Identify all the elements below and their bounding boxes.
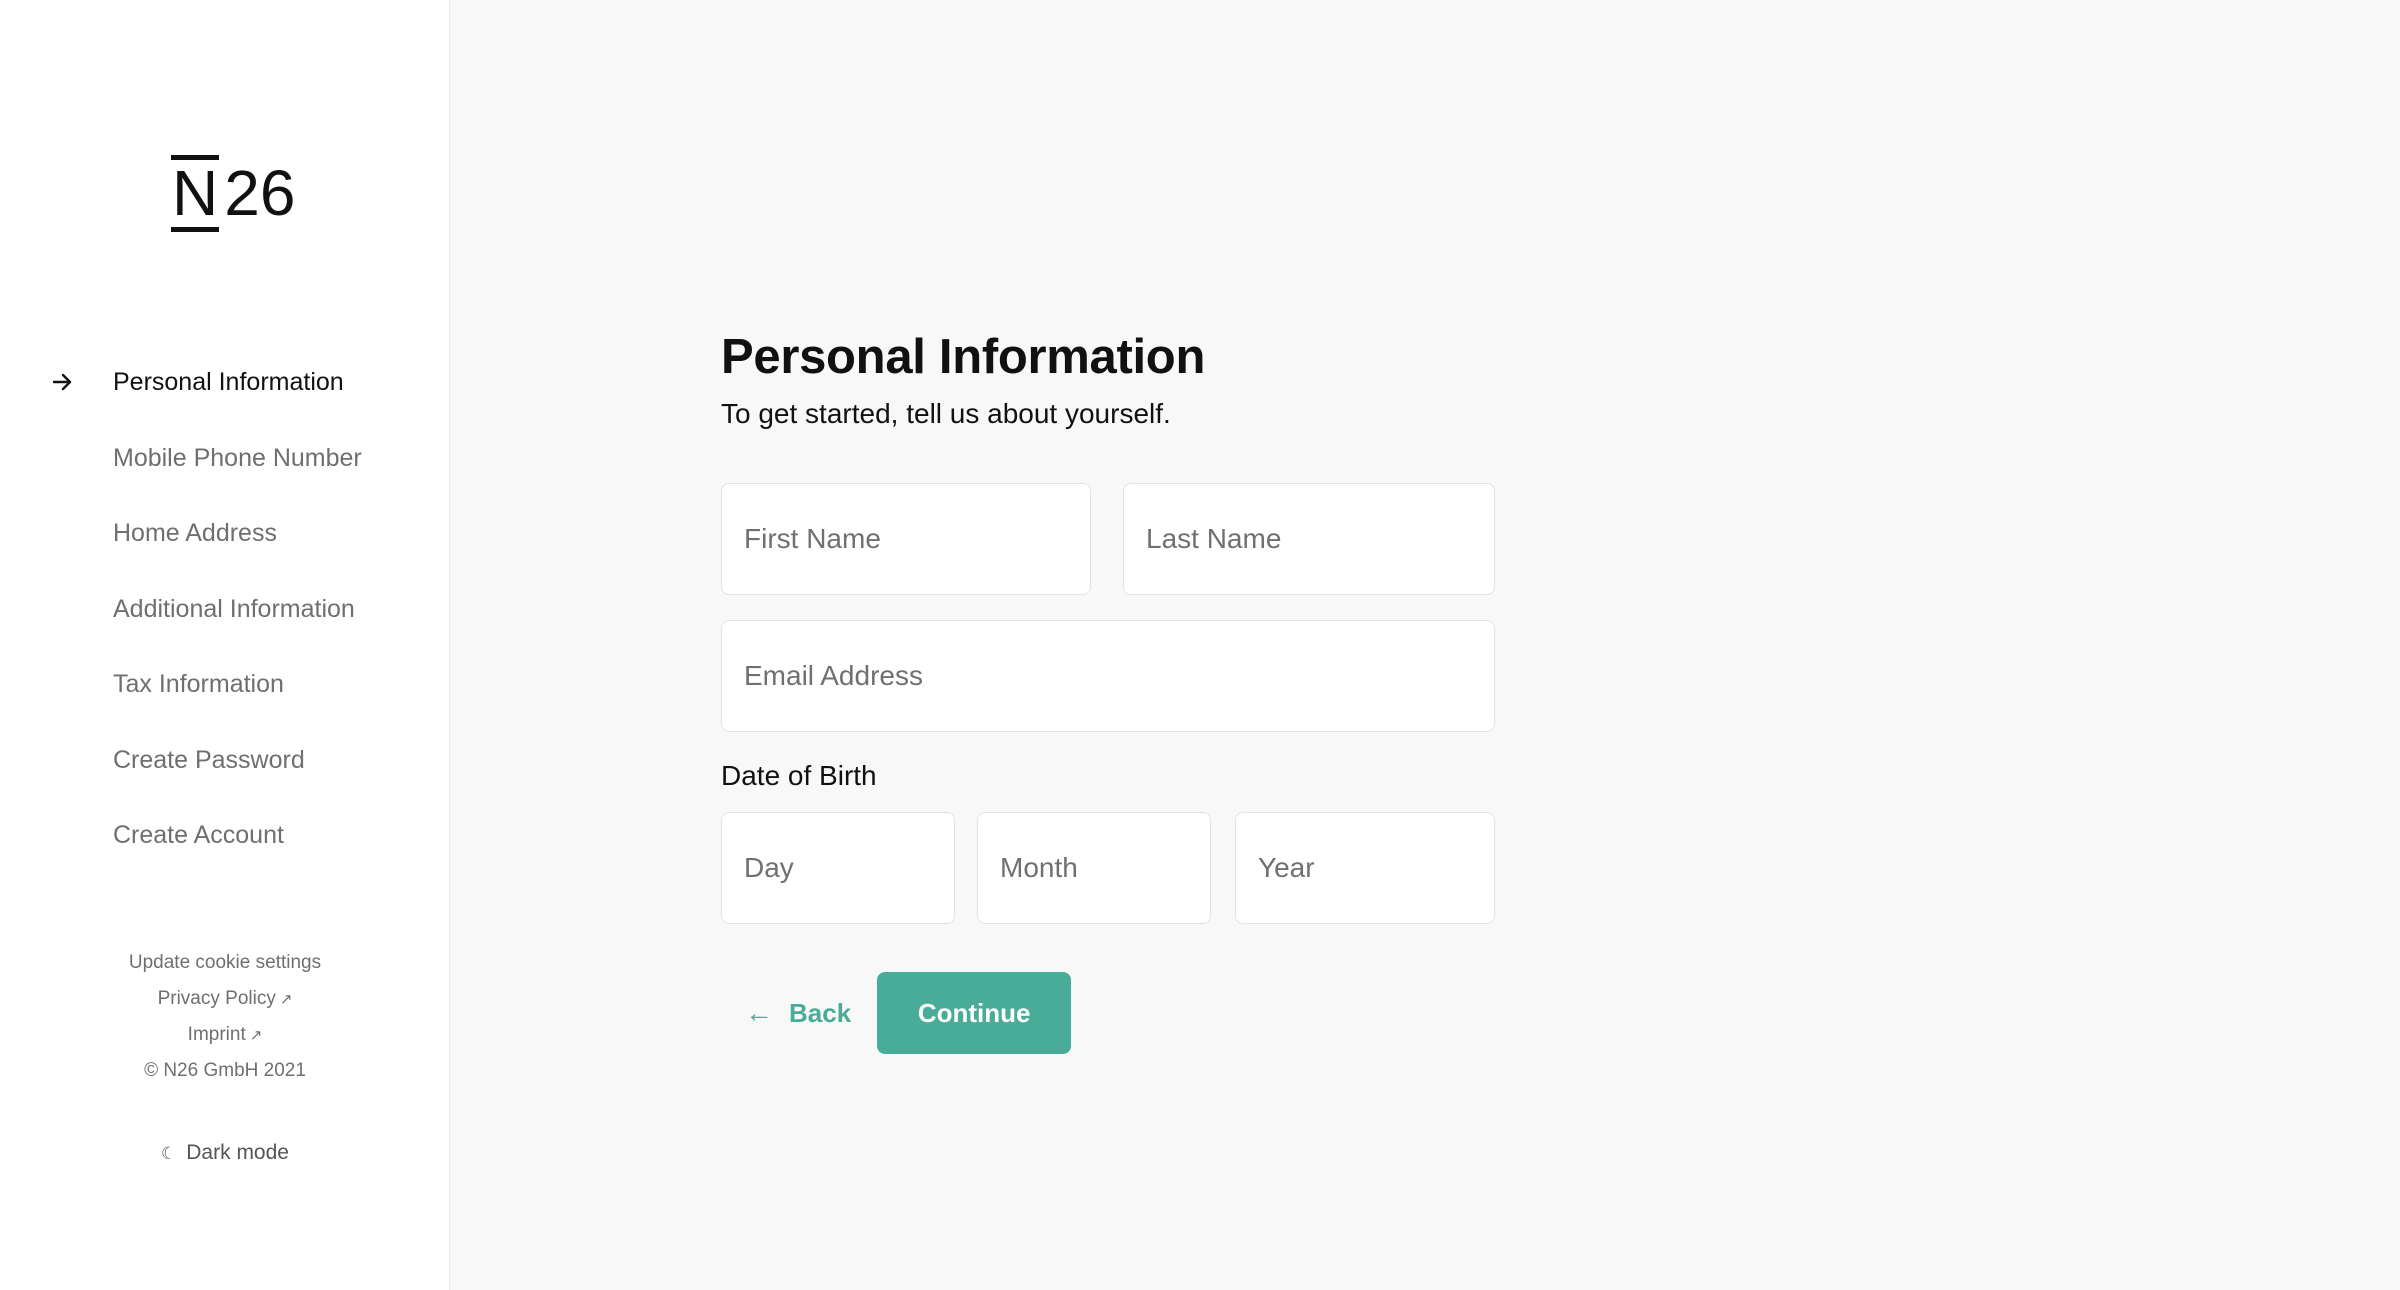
last-name-field[interactable] — [1123, 483, 1495, 595]
step-label: Create Account — [113, 821, 284, 849]
external-link-icon: ↗ — [279, 991, 293, 1008]
dark-mode-toggle[interactable]: ☾ Dark mode — [0, 1135, 450, 1171]
back-label: Back — [789, 997, 852, 1028]
step-label: Create Password — [113, 745, 305, 774]
dob-month-field[interactable] — [977, 812, 1211, 924]
email-field[interactable] — [721, 620, 1495, 732]
step-label: Additional Information — [113, 594, 355, 623]
step-mobile-phone-number: Mobile Phone Number — [0, 434, 450, 510]
step-additional-information: Additional Information — [0, 585, 450, 661]
copyright: © N26 GmbH 2021 — [144, 1060, 306, 1081]
privacy-policy-link[interactable]: Privacy Policy ↗ — [0, 981, 450, 1017]
cookie-settings-label: Update cookie settings — [128, 952, 322, 973]
back-button[interactable]: ← Back — [721, 972, 875, 1054]
arrow-right-icon — [52, 358, 78, 406]
step-label: Personal Information — [113, 368, 344, 396]
external-link-icon: ↗ — [249, 1027, 263, 1044]
main-content: Personal Information To get started, tel… — [451, 0, 2400, 1290]
step-create-account: Create Account — [0, 811, 450, 887]
logo-letter: N — [171, 155, 220, 232]
imprint-label: Imprint — [187, 1024, 246, 1045]
logo-number: 26 — [224, 157, 296, 229]
arrow-right-icon-svg — [52, 373, 72, 391]
privacy-policy-label: Privacy Policy — [157, 988, 276, 1009]
step-create-password: Create Password — [0, 736, 450, 812]
moon-icon: ☾ — [161, 1144, 177, 1163]
n26-logo[interactable]: N 26 — [170, 153, 295, 233]
sidebar: N 26 Personal Information Mobile Phone N… — [0, 0, 450, 1290]
dob-day-field[interactable] — [721, 812, 955, 924]
imprint-link[interactable]: Imprint ↗ — [0, 1017, 450, 1053]
date-of-birth-label: Date of Birth — [721, 760, 877, 791]
first-name-field[interactable] — [721, 483, 1091, 595]
dob-year-field[interactable] — [1235, 812, 1495, 924]
continue-button[interactable]: Continue — [877, 972, 1072, 1054]
step-home-address: Home Address — [0, 509, 450, 585]
step-personal-information: Personal Information — [0, 358, 450, 434]
step-label: Home Address — [113, 519, 277, 547]
cookie-settings-link[interactable]: Update cookie settings — [0, 945, 450, 981]
dark-mode-label: Dark mode — [186, 1141, 289, 1164]
signup-steps: Personal Information Mobile Phone Number… — [0, 358, 450, 887]
page-subtitle: To get started, tell us about yourself. — [721, 398, 1171, 429]
step-label: Mobile Phone Number — [113, 443, 362, 472]
personal-information-form: Personal Information To get started, tel… — [721, 322, 1495, 1054]
step-label: Tax Information — [113, 670, 284, 698]
step-tax-information: Tax Information — [0, 660, 450, 736]
arrow-left-icon: ← — [745, 997, 773, 1028]
page-title: Personal Information — [721, 330, 1206, 384]
form-actions: ← Back Continue — [721, 972, 1072, 1054]
sidebar-footer: Update cookie settings Privacy Policy ↗ I… — [0, 945, 450, 1089]
